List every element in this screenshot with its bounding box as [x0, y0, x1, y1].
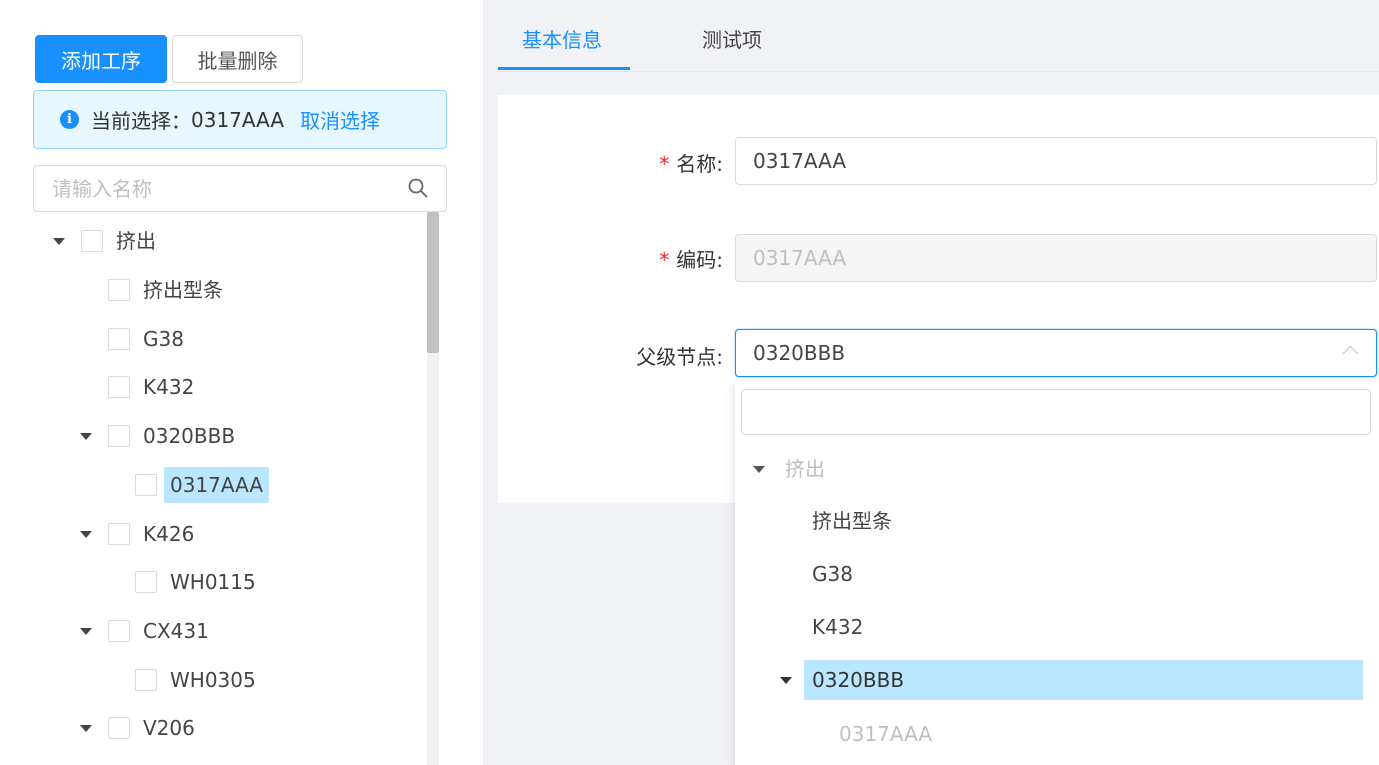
tree-search-input[interactable] — [34, 166, 394, 211]
name-field[interactable]: 0317AAA — [735, 137, 1377, 185]
dropdown-option[interactable]: G38 — [735, 554, 1379, 594]
left-panel: 添加工序 批量删除 i 当前选择： 0317AAA 取消选择 挤出 挤出型条 G… — [0, 0, 483, 765]
detail-tabs: 基本信息 测试项 — [498, 0, 1379, 72]
tree-node-label[interactable]: G38 — [137, 321, 190, 357]
tree-node[interactable]: WH0115 — [33, 564, 428, 602]
caret-down-icon[interactable] — [80, 628, 92, 635]
dropdown-option-label[interactable]: 挤出型条 — [804, 501, 892, 541]
name-label: * 名称: — [658, 152, 723, 176]
process-tree: 挤出 挤出型条 G38 K432 0320BBB 0317AAA K426 WH… — [33, 212, 428, 765]
dropdown-option-label: 0317AAA — [839, 722, 933, 746]
tree-node-checkbox[interactable] — [108, 620, 130, 642]
tree-node-label[interactable]: 挤出型条 — [137, 272, 229, 308]
chevron-up-icon[interactable] — [1342, 345, 1359, 362]
tree-node-checkbox[interactable] — [108, 279, 130, 301]
tree-node[interactable]: V206 — [33, 710, 428, 748]
parent-node-dropdown: 挤出 挤出型条 G38 K432 0320BBB 0317AAA — [735, 381, 1379, 765]
code-field-value: 0317AAA — [753, 246, 847, 270]
tree-node[interactable]: 0320BBB — [33, 418, 428, 456]
caret-down-icon[interactable] — [80, 725, 92, 732]
tree-node-checkbox[interactable] — [135, 669, 157, 691]
name-field-value: 0317AAA — [753, 149, 847, 173]
tree-node-checkbox[interactable] — [108, 523, 130, 545]
tree-node-checkbox[interactable] — [108, 717, 130, 739]
tree-node-label[interactable]: 0320BBB — [137, 418, 241, 454]
cancel-selection-link[interactable]: 取消选择 — [300, 105, 380, 134]
caret-down-icon[interactable] — [780, 677, 792, 684]
info-icon: i — [60, 110, 79, 129]
tab-basic-info[interactable]: 基本信息 — [522, 24, 602, 53]
dropdown-option: 0317AAA — [735, 714, 1379, 754]
dropdown-option-label[interactable]: K432 — [804, 607, 863, 647]
required-mark: * — [658, 152, 671, 176]
caret-down-icon[interactable] — [753, 466, 765, 473]
selection-value: 0317AAA — [191, 107, 285, 132]
tree-node-label[interactable]: CX431 — [137, 613, 215, 649]
code-label: * 编码: — [658, 248, 723, 272]
tree-node-checkbox[interactable] — [81, 230, 103, 252]
parent-node-value: 0320BBB — [753, 341, 846, 365]
tree-node[interactable]: 挤出 — [33, 223, 428, 261]
code-field: 0317AAA — [735, 234, 1377, 282]
caret-down-icon[interactable] — [80, 531, 92, 538]
batch-delete-button[interactable]: 批量删除 — [172, 35, 303, 83]
dropdown-option-label[interactable]: 0320BBB — [804, 660, 1363, 700]
dropdown-option[interactable]: 0320BBB — [735, 660, 1379, 700]
caret-down-icon[interactable] — [80, 433, 92, 440]
selection-alert: i 当前选择： 0317AAA 取消选择 — [33, 90, 447, 149]
tree-node-checkbox[interactable] — [108, 328, 130, 350]
dropdown-search-input[interactable] — [741, 389, 1371, 435]
active-tab-indicator — [498, 67, 630, 70]
tree-node-label[interactable]: WH0305 — [164, 662, 262, 698]
tree-node[interactable]: G38 — [33, 321, 428, 359]
tree-node-label[interactable]: WH0115 — [164, 564, 262, 600]
tree-node[interactable]: K426 — [33, 516, 428, 554]
selection-prefix: 当前选择： — [91, 109, 191, 133]
tree-node-checkbox[interactable] — [135, 474, 157, 496]
tree-node[interactable]: K432 — [33, 369, 428, 407]
dropdown-option[interactable]: 挤出型条 — [735, 501, 1379, 541]
dropdown-option-label: 挤出 — [785, 457, 825, 481]
tree-scrollbar-thumb[interactable] — [427, 212, 439, 353]
tab-test-items[interactable]: 测试项 — [702, 24, 762, 53]
tree-node[interactable]: WH0305 — [33, 662, 428, 700]
caret-down-icon[interactable] — [53, 238, 65, 245]
tree-node-label[interactable]: K432 — [137, 369, 200, 405]
dropdown-option[interactable]: K432 — [735, 607, 1379, 647]
tree-node[interactable]: 0317AAA — [33, 467, 428, 505]
dropdown-option[interactable]: 挤出 — [735, 449, 1379, 489]
tree-node-label[interactable]: 挤出 — [110, 223, 162, 259]
search-icon[interactable] — [406, 176, 430, 200]
tree-node-checkbox[interactable] — [108, 376, 130, 398]
dropdown-option-label[interactable]: G38 — [804, 554, 853, 594]
tree-node[interactable]: 挤出型条 — [33, 272, 428, 310]
tree-search — [33, 165, 447, 212]
tree-node-checkbox[interactable] — [135, 571, 157, 593]
tree-node-checkbox[interactable] — [108, 425, 130, 447]
tree-node-label[interactable]: V206 — [137, 710, 201, 746]
tree-node-label[interactable]: 0317AAA — [164, 467, 270, 503]
tree-node[interactable]: CX431 — [33, 613, 428, 651]
parent-node-label: 父级节点: — [636, 345, 723, 369]
parent-node-select[interactable]: 0320BBB — [735, 329, 1377, 377]
add-process-button[interactable]: 添加工序 — [35, 35, 167, 83]
required-mark: * — [658, 248, 671, 272]
tree-node-label[interactable]: K426 — [137, 516, 200, 552]
